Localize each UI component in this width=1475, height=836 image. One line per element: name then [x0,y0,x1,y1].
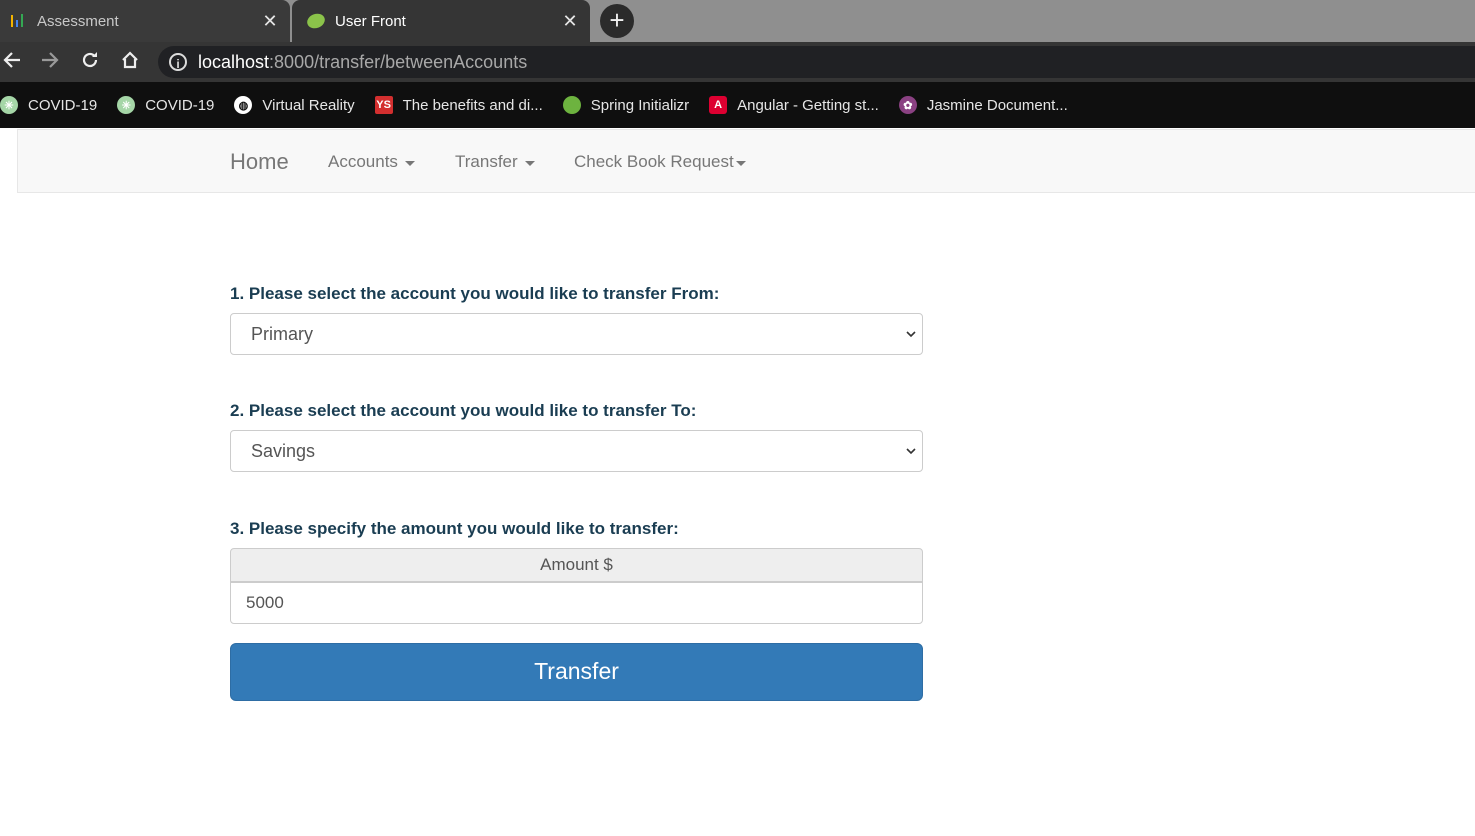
spring-leaf-icon [306,11,326,31]
bar-chart-icon [8,11,28,31]
new-tab-button[interactable]: + [600,4,634,38]
app-navbar: Home Accounts Transfer Check Book Reques… [17,129,1475,193]
to-account-select[interactable]: Savings [230,430,923,472]
nav-label: Accounts [328,152,398,171]
info-icon[interactable]: i [169,53,187,71]
bookmark-covid-19[interactable]: ✳ COVID-19 [0,96,97,114]
nav-label: Transfer [455,152,518,171]
angular-icon: A [709,96,728,114]
bookmark-angular[interactable]: A Angular - Getting st... [709,96,879,114]
caret-down-icon [735,160,746,166]
back-arrow-icon[interactable] [0,50,24,74]
chevron-down-icon [906,448,916,455]
nav-label: Check Book Request [574,152,734,171]
bookmark-label: The benefits and di... [402,96,543,114]
jasmine-icon: ✿ [898,96,917,114]
spring-leaf-icon [562,96,581,114]
bookmark-label: Angular - Getting st... [737,96,879,114]
transfer-button[interactable]: Transfer [230,643,923,701]
from-account-label: 1. Please select the account you would l… [230,284,720,303]
to-account-label: 2. Please select the account you would l… [230,401,697,420]
address-bar[interactable]: i localhost:8000/transfer/betweenAccount… [158,46,1475,78]
nav-accounts-dropdown[interactable]: Accounts [328,152,415,172]
from-account-value: Primary [251,323,313,344]
tab-title: User Front [335,12,406,30]
browser-toolbar: i localhost:8000/transfer/betweenAccount… [0,42,1475,82]
reload-icon[interactable] [78,50,102,74]
nav-check-book-dropdown[interactable]: Check Book Request [574,152,746,172]
ys-icon: YS [374,96,393,114]
tab-user-front[interactable]: User Front ✕ [292,0,590,42]
globe-icon: ◍ [234,96,253,114]
bookmark-label: COVID-19 [28,96,98,114]
chevron-down-icon [906,331,916,338]
bookmark-virtual-reality[interactable]: ◍ Virtual Reality [234,96,355,114]
from-account-select[interactable]: Primary [230,313,923,355]
forward-arrow-icon[interactable] [38,50,62,74]
caret-down-icon [404,160,415,166]
globe-green-icon: ✳ [117,96,136,114]
amount-input[interactable]: 5000 [230,582,923,624]
bookmark-label: Spring Initializr [590,96,690,114]
tab-title: Assessment [37,12,119,30]
url-host: localhost [198,51,270,72]
browser-tab-strip: Assessment ✕ User Front ✕ + [0,0,1475,42]
bookmark-label: Virtual Reality [262,96,355,114]
bookmark-label: COVID-19 [145,96,215,114]
bookmark-covid-19-2[interactable]: ✳ COVID-19 [117,96,214,114]
globe-green-icon: ✳ [0,96,18,114]
amount-addon: Amount $ [230,548,923,582]
to-account-value: Savings [251,440,316,461]
nav-home-link[interactable]: Home [230,149,289,175]
bookmark-benefits[interactable]: YS The benefits and di... [374,96,543,114]
close-icon[interactable]: ✕ [260,11,280,32]
nav-transfer-dropdown[interactable]: Transfer [455,152,535,172]
bookmark-label: Jasmine Document... [926,96,1068,114]
home-icon[interactable] [118,50,142,74]
close-icon[interactable]: ✕ [560,11,580,32]
url-path: :8000/transfer/betweenAccounts [269,51,528,72]
bookmarks-bar: ✳ COVID-19 ✳ COVID-19 ◍ Virtual Reality … [0,82,1475,128]
caret-down-icon [524,160,535,166]
bookmark-spring-initializr[interactable]: Spring Initializr [562,96,690,114]
amount-label: 3. Please specify the amount you would l… [230,519,679,538]
bookmark-jasmine[interactable]: ✿ Jasmine Document... [898,96,1068,114]
tab-assessment[interactable]: Assessment ✕ [0,0,290,42]
